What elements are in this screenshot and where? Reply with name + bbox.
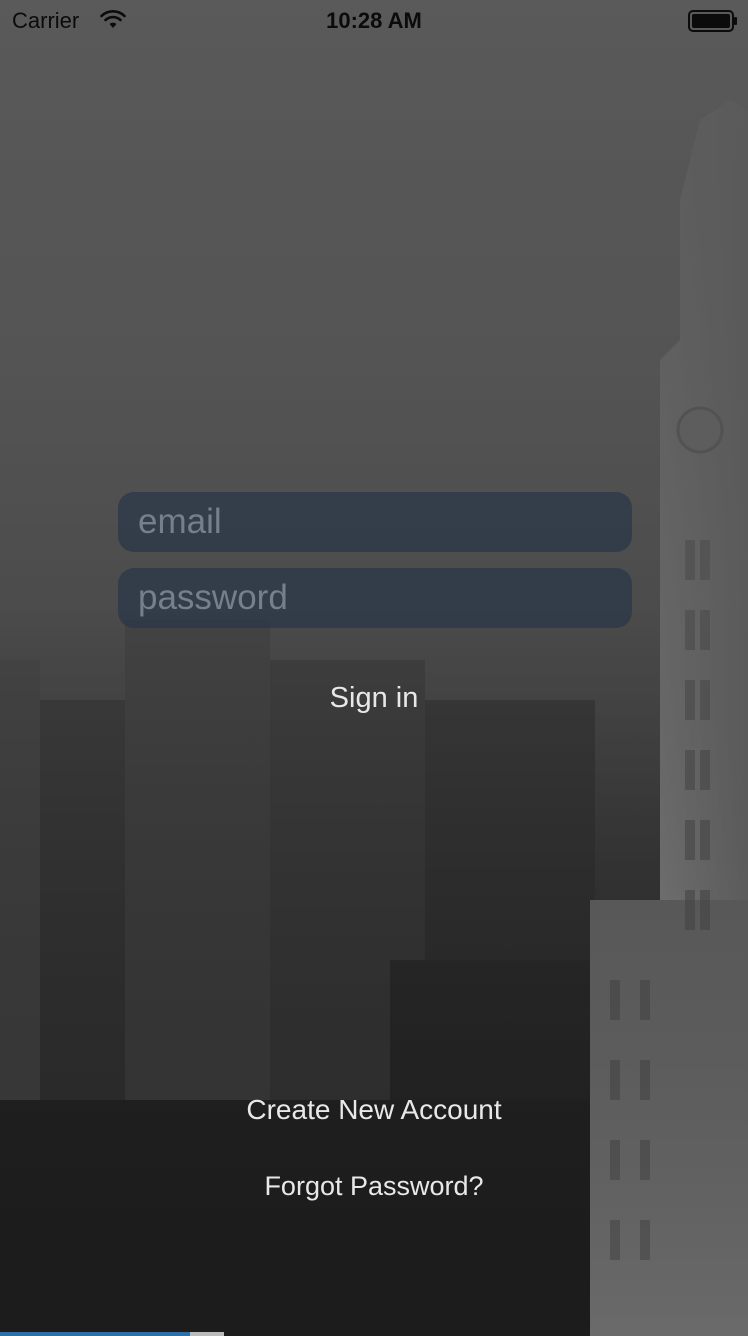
login-screen: Carrier 10:28 AM Sign in Create New Acco… <box>0 0 748 1336</box>
password-field[interactable] <box>118 568 632 628</box>
sign-in-button[interactable]: Sign in <box>0 678 748 718</box>
email-field[interactable] <box>118 492 632 552</box>
bottom-strip <box>0 1332 190 1336</box>
city-background-image <box>0 0 748 1336</box>
status-bar: Carrier 10:28 AM <box>0 0 748 40</box>
password-field-container <box>118 568 632 628</box>
forgot-password-button[interactable]: Forgot Password? <box>0 1167 748 1205</box>
email-field-container <box>118 492 632 552</box>
battery-icon <box>688 10 737 32</box>
status-time: 10:28 AM <box>326 8 422 33</box>
bottom-strip-secondary <box>190 1332 224 1336</box>
create-account-button[interactable]: Create New Account <box>0 1091 748 1129</box>
